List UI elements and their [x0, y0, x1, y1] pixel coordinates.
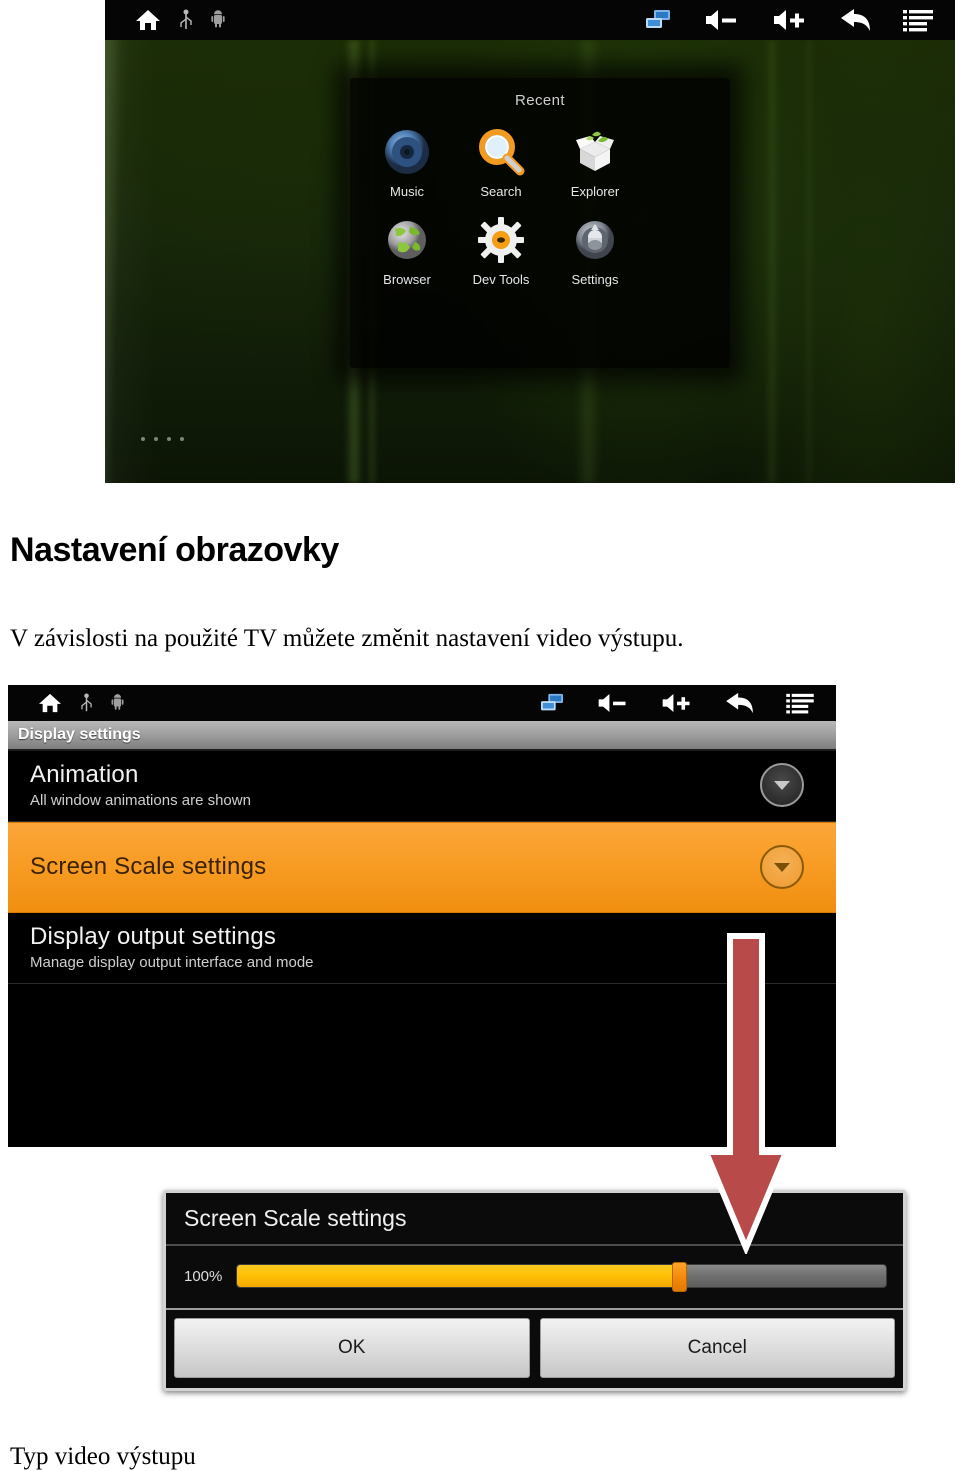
menu-icon[interactable]	[903, 8, 933, 32]
dialog-buttons: OK Cancel	[166, 1310, 903, 1388]
volume-up-icon[interactable]	[771, 8, 809, 32]
dev-tools-icon	[454, 213, 548, 267]
scale-percent-label: 100%	[184, 1267, 223, 1285]
page-paragraph: V závislosti na použité TV můžete změnit…	[10, 625, 684, 652]
row-title: Display output settings	[30, 923, 277, 950]
recent-app-label: Dev Tools	[472, 272, 530, 287]
network-icon[interactable]	[538, 692, 566, 714]
home-page-indicator	[141, 437, 184, 441]
display-settings-screenshot: Display settings Animation All window an…	[8, 685, 836, 1147]
search-icon	[454, 125, 548, 179]
menu-icon[interactable]	[786, 692, 814, 714]
status-bar	[8, 685, 836, 721]
network-icon[interactable]	[643, 8, 673, 32]
settings-list: Animation All window animations are show…	[8, 751, 836, 1147]
chevron-down-icon[interactable]	[760, 845, 804, 889]
volume-down-icon[interactable]	[703, 8, 741, 32]
scale-slider[interactable]	[236, 1262, 887, 1292]
recent-app-search[interactable]: Search	[454, 125, 548, 199]
recent-panel-title: Recent	[515, 92, 565, 109]
recent-apps-grid: Music Search Explorer Browser Dev Tools …	[350, 109, 730, 301]
settings-row-display-output[interactable]: Display output settings Manage display o…	[8, 913, 836, 984]
back-icon[interactable]	[839, 7, 873, 33]
settings-icon	[548, 213, 642, 267]
recent-app-dev-tools[interactable]: Dev Tools	[454, 213, 548, 287]
chevron-down-icon[interactable]	[760, 763, 804, 807]
volume-down-icon[interactable]	[596, 692, 630, 714]
settings-row-screen-scale[interactable]: Screen Scale settings	[8, 822, 836, 913]
recent-app-label: Explorer	[570, 184, 620, 199]
row-subtitle: Manage display output interface and mode	[30, 954, 314, 971]
usb-icon	[80, 693, 93, 713]
row-title: Screen Scale settings	[30, 853, 267, 880]
recent-app-label: Browser	[383, 272, 431, 287]
home-icon[interactable]	[135, 8, 161, 32]
recent-app-browser[interactable]: Browser	[360, 213, 454, 287]
back-icon[interactable]	[724, 691, 756, 715]
home-screen-screenshot: Recent Music Search Explorer Browser Dev…	[105, 0, 955, 483]
recent-apps-panel: Recent Music Search Explorer Browser Dev…	[350, 78, 730, 368]
slider-thumb[interactable]	[672, 1262, 688, 1292]
status-bar	[105, 0, 955, 40]
android-icon	[211, 10, 225, 30]
music-icon	[360, 125, 454, 179]
dialog-title: Screen Scale settings	[166, 1193, 903, 1246]
page-title: Nastavení obrazovky	[10, 530, 339, 569]
browser-icon	[360, 213, 454, 267]
screen-title-bar: Display settings	[8, 721, 836, 751]
recent-app-label: Music	[390, 184, 424, 199]
usb-icon	[179, 9, 193, 31]
dialog-body: 100%	[166, 1246, 903, 1310]
recent-app-settings[interactable]: Settings	[548, 213, 642, 287]
explorer-icon	[548, 125, 642, 179]
cancel-button[interactable]: Cancel	[539, 1318, 895, 1378]
row-subtitle: All window animations are shown	[30, 792, 251, 809]
android-icon	[111, 694, 124, 712]
home-icon[interactable]	[38, 692, 62, 714]
recent-app-label: Settings	[571, 272, 619, 287]
page-footer-text: Typ video výstupu	[10, 1443, 196, 1470]
page-title: Display settings	[18, 726, 141, 743]
recent-app-music[interactable]: Music	[360, 125, 454, 199]
row-title: Animation	[30, 761, 139, 788]
recent-app-explorer[interactable]: Explorer	[548, 125, 642, 199]
ok-button[interactable]: OK	[174, 1318, 530, 1378]
slider-fill	[237, 1265, 679, 1287]
volume-up-icon[interactable]	[660, 692, 694, 714]
recent-app-label: Search	[480, 184, 522, 199]
settings-row-animation[interactable]: Animation All window animations are show…	[8, 751, 836, 822]
screen-scale-dialog: Screen Scale settings 100% OK Cancel	[163, 1190, 906, 1391]
